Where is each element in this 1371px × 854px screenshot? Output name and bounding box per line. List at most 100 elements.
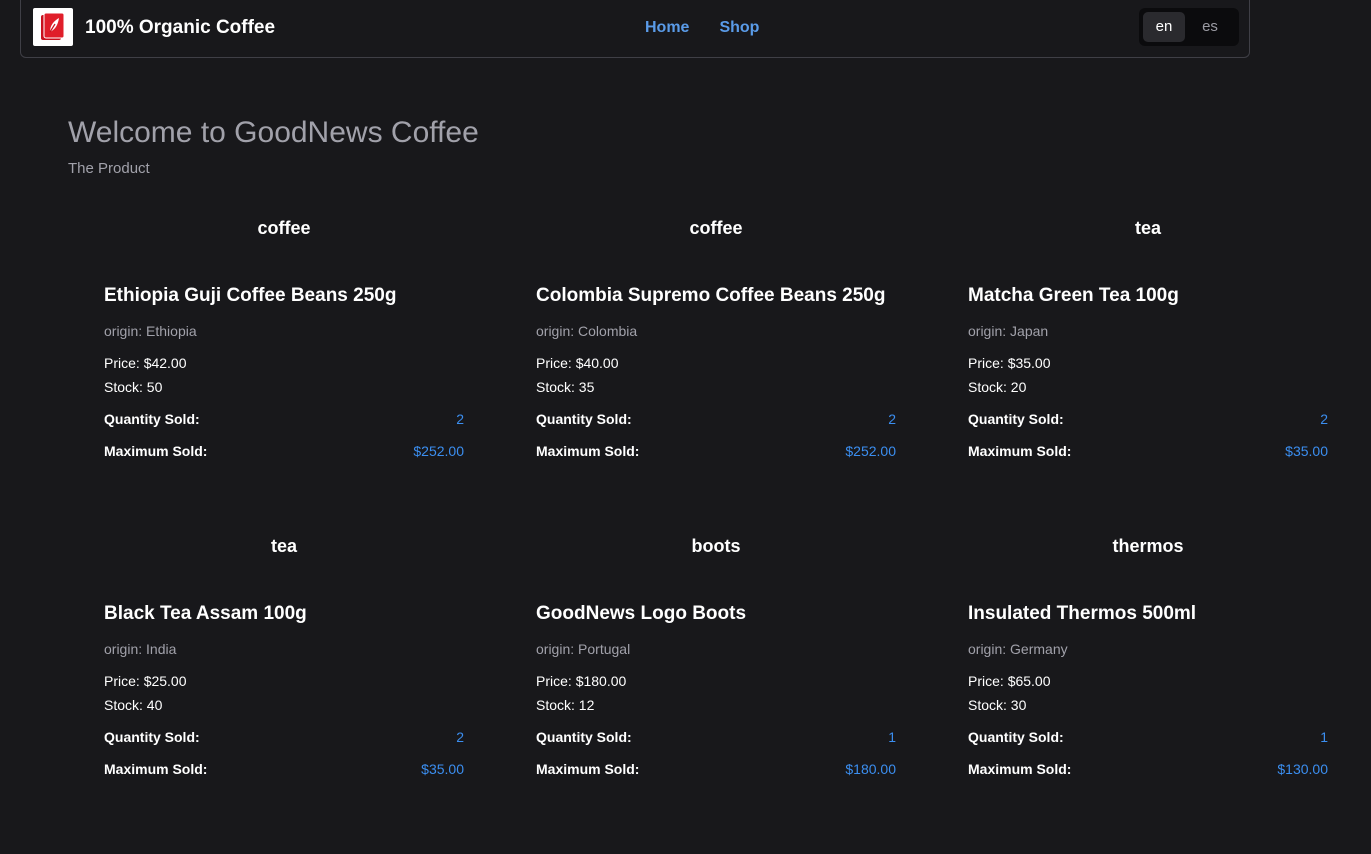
- stock-label: Stock:: [968, 379, 1011, 395]
- maximum-sold-label: Maximum Sold:: [536, 443, 640, 459]
- maximum-sold-label: Maximum Sold:: [104, 761, 208, 777]
- product-name[interactable]: Colombia Supremo Coffee Beans 250g: [536, 285, 885, 307]
- product-origin: origin: Colombia: [536, 323, 637, 339]
- maximum-sold-row: Maximum Sold: $35.00: [968, 443, 1328, 459]
- stock-label: Stock:: [104, 379, 147, 395]
- product-price: Price: $42.00: [104, 355, 187, 371]
- price-value: $40.00: [575, 355, 619, 371]
- stock-value: 40: [146, 697, 163, 713]
- product-card[interactable]: coffee Colombia Supremo Coffee Beans 250…: [500, 218, 932, 536]
- stock-label: Stock:: [104, 697, 147, 713]
- maximum-sold-value: $180.00: [845, 761, 896, 777]
- price-value: $35.00: [1007, 355, 1051, 371]
- page-title: Welcome to GoodNews Coffee: [68, 116, 479, 149]
- origin-value: Japan: [1010, 323, 1049, 339]
- language-option-es[interactable]: es: [1189, 12, 1231, 42]
- stock-value: 35: [578, 379, 595, 395]
- maximum-sold-value: $35.00: [421, 761, 464, 777]
- main-nav: Home Shop: [645, 19, 759, 37]
- quantity-sold-value: 1: [888, 729, 896, 745]
- quantity-sold-row: Quantity Sold: 1: [536, 729, 896, 745]
- product-name[interactable]: Insulated Thermos 500ml: [968, 603, 1196, 625]
- maximum-sold-row: Maximum Sold: $35.00: [104, 761, 464, 777]
- origin-value: Colombia: [578, 323, 638, 339]
- product-stock: Stock: 35: [536, 379, 594, 395]
- quantity-sold-label: Quantity Sold:: [968, 729, 1064, 745]
- quantity-sold-value: 2: [456, 729, 464, 745]
- product-origin: origin: Japan: [968, 323, 1048, 339]
- stock-label: Stock:: [536, 379, 579, 395]
- maximum-sold-value: $35.00: [1285, 443, 1328, 459]
- product-stock: Stock: 20: [968, 379, 1026, 395]
- language-option-en[interactable]: en: [1143, 12, 1185, 42]
- product-category: coffee: [689, 218, 743, 238]
- price-label: Price:: [536, 673, 576, 689]
- maximum-sold-label: Maximum Sold:: [968, 761, 1072, 777]
- product-category: coffee: [257, 218, 311, 238]
- maximum-sold-label: Maximum Sold:: [536, 761, 640, 777]
- product-card[interactable]: coffee Ethiopia Guji Coffee Beans 250g o…: [68, 218, 500, 536]
- product-card[interactable]: tea Black Tea Assam 100g origin: India P…: [68, 536, 500, 854]
- quantity-sold-label: Quantity Sold:: [536, 729, 632, 745]
- product-card[interactable]: tea Matcha Green Tea 100g origin: Japan …: [932, 218, 1364, 536]
- maximum-sold-row: Maximum Sold: $130.00: [968, 761, 1328, 777]
- product-name[interactable]: GoodNews Logo Boots: [536, 603, 746, 625]
- quantity-sold-row: Quantity Sold: 2: [104, 729, 464, 745]
- origin-label: origin:: [968, 323, 1011, 339]
- maximum-sold-label: Maximum Sold:: [104, 443, 208, 459]
- quantity-sold-label: Quantity Sold:: [536, 411, 632, 427]
- maximum-sold-row: Maximum Sold: $252.00: [104, 443, 464, 459]
- product-category: boots: [691, 536, 741, 556]
- product-category: tea: [1134, 218, 1161, 238]
- origin-value: Germany: [1010, 641, 1068, 657]
- product-price: Price: $35.00: [968, 355, 1051, 371]
- product-origin: origin: India: [104, 641, 176, 657]
- price-label: Price:: [104, 673, 144, 689]
- quantity-sold-value: 1: [1320, 729, 1328, 745]
- maximum-sold-value: $130.00: [1277, 761, 1328, 777]
- product-name[interactable]: Black Tea Assam 100g: [104, 603, 307, 625]
- product-origin: origin: Germany: [968, 641, 1068, 657]
- origin-label: origin:: [104, 323, 147, 339]
- product-origin: origin: Ethiopia: [104, 323, 197, 339]
- maximum-sold-label: Maximum Sold:: [968, 443, 1072, 459]
- product-grid: coffee Ethiopia Guji Coffee Beans 250g o…: [68, 218, 1364, 854]
- product-price: Price: $40.00: [536, 355, 619, 371]
- quantity-sold-label: Quantity Sold:: [104, 729, 200, 745]
- product-stock: Stock: 12: [536, 697, 594, 713]
- product-price: Price: $25.00: [104, 673, 187, 689]
- product-card[interactable]: boots GoodNews Logo Boots origin: Portug…: [500, 536, 932, 854]
- brand-name[interactable]: 100% Organic Coffee: [85, 17, 275, 39]
- quantity-sold-value: 2: [456, 411, 464, 427]
- brand-logo[interactable]: [33, 8, 73, 46]
- price-label: Price:: [968, 355, 1008, 371]
- origin-value: Portugal: [578, 641, 631, 657]
- maximum-sold-row: Maximum Sold: $180.00: [536, 761, 896, 777]
- product-origin: origin: Portugal: [536, 641, 630, 657]
- product-stock: Stock: 30: [968, 697, 1026, 713]
- product-stock: Stock: 50: [104, 379, 162, 395]
- product-name[interactable]: Matcha Green Tea 100g: [968, 285, 1179, 307]
- price-value: $65.00: [1007, 673, 1051, 689]
- product-category: thermos: [1112, 536, 1184, 556]
- product-name[interactable]: Ethiopia Guji Coffee Beans 250g: [104, 285, 396, 307]
- price-label: Price:: [104, 355, 144, 371]
- stock-value: 12: [578, 697, 595, 713]
- product-price: Price: $180.00: [536, 673, 626, 689]
- origin-value: Ethiopia: [146, 323, 197, 339]
- product-card[interactable]: thermos Insulated Thermos 500ml origin: …: [932, 536, 1364, 854]
- price-value: $25.00: [143, 673, 187, 689]
- price-label: Price:: [968, 673, 1008, 689]
- maximum-sold-value: $252.00: [413, 443, 464, 459]
- maximum-sold-row: Maximum Sold: $252.00: [536, 443, 896, 459]
- quantity-sold-row: Quantity Sold: 2: [104, 411, 464, 427]
- page-subtitle: The Product: [68, 160, 150, 177]
- stock-label: Stock:: [536, 697, 579, 713]
- nav-link-home[interactable]: Home: [645, 19, 689, 37]
- quantity-sold-row: Quantity Sold: 2: [968, 411, 1328, 427]
- nav-link-shop[interactable]: Shop: [719, 19, 759, 37]
- origin-label: origin:: [104, 641, 147, 657]
- origin-label: origin:: [536, 641, 579, 657]
- quantity-sold-label: Quantity Sold:: [968, 411, 1064, 427]
- quantity-sold-row: Quantity Sold: 1: [968, 729, 1328, 745]
